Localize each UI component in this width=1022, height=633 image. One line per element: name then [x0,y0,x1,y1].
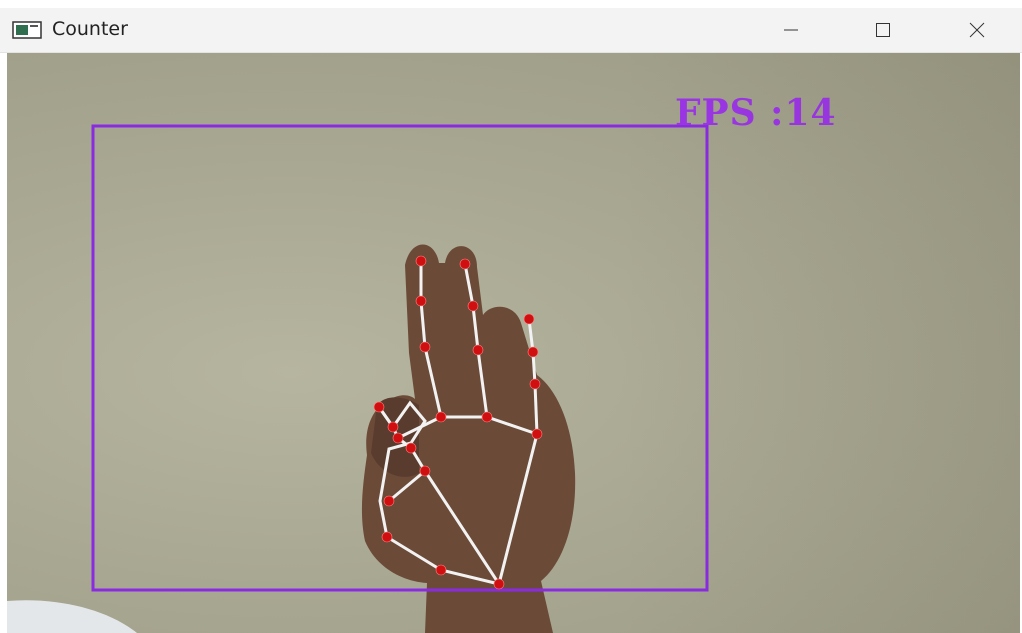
middle-finger-skeleton [419,259,443,419]
title-bar: Counter [0,8,1022,53]
landmark [383,495,395,507]
close-icon [969,22,985,38]
landmark [472,344,484,356]
landmark-wrist [493,578,505,590]
palm-line-index-thumb [387,469,427,503]
palm-line-wrist-pinky [497,432,539,586]
landmark [415,295,427,307]
landmark [523,313,535,325]
camera-feed: FPS :14 [7,53,1020,633]
minimize-button[interactable] [760,8,822,52]
landmark [529,378,541,390]
index-finger-bent [377,405,427,473]
app-window-icon [12,21,42,39]
palm-line-index-middle [396,415,443,440]
hand-landmarks [373,255,543,590]
landmark [415,255,427,267]
hand-tracking-overlay [7,124,709,633]
hand-image [361,244,576,633]
landmark [435,411,447,423]
hand-skeleton [377,259,539,586]
palm-line-wrist-index [423,469,501,586]
close-button[interactable] [946,8,1008,52]
pinky-finger-skeleton [527,317,539,436]
maximize-icon [876,23,890,37]
landmark [459,258,471,270]
landmark [405,442,417,454]
window-title: Counter [52,18,128,40]
ring-finger-skeleton [463,262,489,419]
minimize-icon [784,29,798,31]
landmark [419,341,431,353]
thumb-and-palm-edge [377,400,501,586]
landmark [419,465,431,477]
landmark [373,401,385,413]
fps-counter: FPS :14 [675,92,837,134]
shirt-fragment [7,600,137,633]
landmark [531,428,543,440]
landmark [392,432,404,444]
landmark [435,564,447,576]
landmark [527,346,539,358]
landmark [387,421,399,433]
landmark [481,411,493,423]
landmark [467,300,479,312]
hand-bounding-box [91,124,709,592]
maximize-button[interactable] [852,8,914,52]
landmark [381,531,393,543]
knuckle-line [439,415,539,436]
